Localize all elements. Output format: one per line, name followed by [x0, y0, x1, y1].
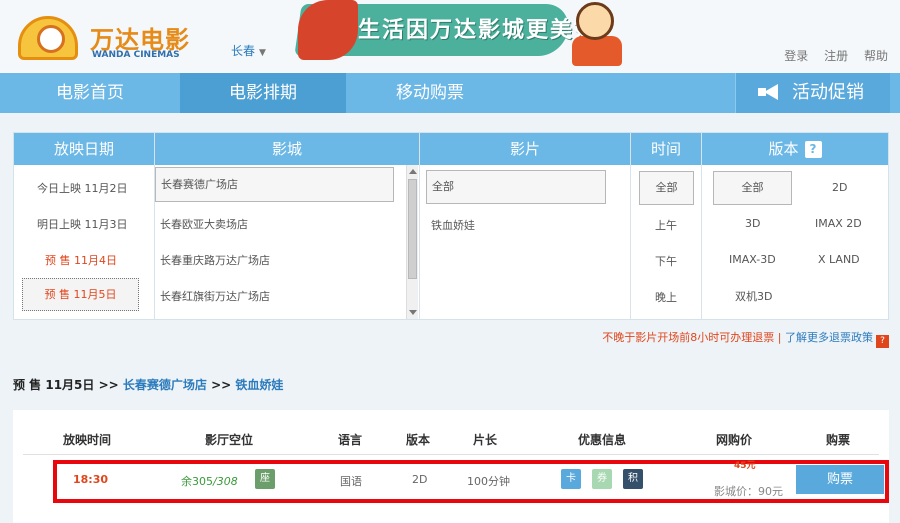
nav-home[interactable]: 电影首页 — [0, 73, 180, 113]
cinema-option[interactable]: 长春红旗街万达广场店 — [160, 288, 270, 304]
showtime: 18:30 — [73, 473, 109, 486]
scroll-thumb[interactable] — [408, 179, 417, 279]
schedule-filter-panel: 放映日期 影城 影片 时间 版本? 今日上映 11月2日 明日上映 11月3日 … — [13, 132, 889, 320]
time-option[interactable]: 晚上 — [655, 289, 677, 305]
breadcrumb-sep: >> — [211, 378, 232, 392]
duration: 100分钟 — [467, 475, 510, 488]
time-option[interactable]: 下午 — [655, 253, 677, 269]
col-header-language: 语言 — [338, 433, 363, 447]
banner-cartoon-icon — [570, 2, 626, 66]
banner-slogan: 生活因万达影城更美好 — [358, 18, 599, 43]
divider — [154, 133, 155, 319]
refund-help-icon[interactable]: ? — [876, 335, 889, 348]
help-link[interactable]: 帮助 — [864, 49, 888, 63]
wanda-logo[interactable]: 万达电影 WANDA CINEMAS — [18, 14, 189, 64]
version-help-icon[interactable]: ? — [804, 141, 822, 158]
filter-header-date: 放映日期 — [14, 133, 154, 165]
logo-text-en: WANDA CINEMAS — [92, 50, 180, 60]
cinema-price: 影城价：90元 — [714, 485, 783, 498]
nav-promotions-label: 活动促销 — [792, 82, 864, 103]
refund-policy-link[interactable]: 了解更多退票政策 — [785, 331, 873, 344]
refund-notice: 不晚于影片开场前8小时可办理退票 | 了解更多退票政策? — [602, 329, 889, 348]
version-option[interactable]: X LAND — [818, 253, 860, 266]
filter-header-movie: 影片 — [420, 133, 630, 165]
version-option[interactable]: 2D — [832, 181, 847, 194]
nav-mobile-ticket[interactable]: 移动购票 — [346, 73, 514, 113]
col-header-price: 网购价 — [716, 433, 753, 447]
divider — [630, 133, 631, 319]
cinema-list-scrollbar[interactable] — [406, 165, 418, 319]
buy-ticket-button[interactable]: 购票 — [796, 465, 884, 494]
city-name: 长春 — [231, 44, 256, 58]
breadcrumb-sep: >> — [98, 378, 119, 392]
col-header-promos: 优惠信息 — [578, 433, 627, 447]
scroll-up-icon[interactable] — [409, 169, 417, 174]
cinema-option[interactable]: 长春重庆路万达广场店 — [160, 252, 270, 268]
version-option-selected[interactable]: 全部 — [713, 171, 792, 205]
promo-banner[interactable]: 生活因万达影城更美好 — [294, 0, 628, 70]
col-header-buy: 购票 — [826, 433, 851, 447]
filter-header-version-label: 版本 — [768, 140, 799, 158]
col-header-version: 版本 — [406, 433, 431, 447]
filter-header-version: 版本? — [702, 133, 888, 165]
movie-option[interactable]: 铁血娇娃 — [431, 217, 475, 233]
seat-map-icon[interactable]: 座 — [255, 469, 275, 489]
seats-available: 余305/308 — [181, 473, 238, 489]
version-option[interactable]: 3D — [745, 217, 760, 230]
date-option[interactable]: 明日上映 11月3日 — [37, 216, 128, 232]
language: 国语 — [340, 475, 362, 488]
cinema-option[interactable]: 长春欧亚大卖场店 — [160, 216, 248, 232]
date-option[interactable]: 今日上映 11月2日 — [37, 180, 128, 196]
cinema-option-selected[interactable]: 长春赛德广场店 — [155, 167, 394, 202]
filter-header-cinema: 影城 — [155, 133, 419, 165]
showtime-table: 放映时间 影厅空位 语言 版本 片长 优惠信息 网购价 购票 18:30 余30… — [13, 410, 889, 523]
main-nav: 电影首页 电影排期 移动购票 活动促销 — [0, 73, 900, 113]
breadcrumb-movie[interactable]: 铁血娇娃 — [235, 378, 283, 392]
nav-promotions[interactable]: 活动促销 — [735, 73, 890, 113]
banner-red-shape — [298, 0, 358, 60]
col-header-time: 放映时间 — [63, 433, 112, 447]
megaphone-icon — [758, 84, 782, 100]
register-link[interactable]: 注册 — [824, 49, 848, 63]
time-option-selected[interactable]: 全部 — [639, 171, 694, 205]
breadcrumb: 预 售 11月5日 >> 长春赛德广场店 >> 铁血娇娃 — [13, 376, 283, 393]
col-header-seats: 影厅空位 — [205, 433, 254, 447]
wanda-logo-icon — [18, 16, 78, 60]
time-option[interactable]: 上午 — [655, 217, 677, 233]
version-option[interactable]: IMAX-3D — [729, 253, 776, 266]
online-price: 45元 — [734, 461, 756, 471]
date-option-selected[interactable]: 预 售 11月5日 — [22, 278, 139, 311]
divider — [701, 133, 702, 319]
version-option[interactable]: 双机3D — [735, 288, 772, 304]
seats-total: /308 — [213, 475, 238, 488]
movie-option-selected[interactable]: 全部 — [426, 170, 606, 204]
version: 2D — [412, 473, 428, 486]
points-icon[interactable]: 积 — [623, 469, 643, 489]
dropdown-arrow-icon: ▼ — [259, 48, 266, 58]
scroll-down-icon[interactable] — [409, 310, 417, 315]
login-link[interactable]: 登录 — [784, 49, 808, 63]
version-option[interactable]: IMAX 2D — [815, 217, 862, 230]
account-links: 登录 注册 帮助 — [772, 47, 888, 64]
site-header: 万达电影 WANDA CINEMAS 长春 ▼ 生活因万达影城更美好 登录 注册 … — [0, 0, 900, 73]
card-discount-icon[interactable]: 卡 — [561, 469, 581, 489]
filter-header-time: 时间 — [631, 133, 701, 165]
coupon-icon[interactable]: 券 — [592, 469, 612, 489]
divider — [419, 133, 420, 319]
breadcrumb-date: 预 售 11月5日 — [13, 378, 95, 392]
divider — [23, 454, 879, 455]
city-selector[interactable]: 长春 ▼ — [231, 42, 266, 59]
refund-notice-text: 不晚于影片开场前8小时可办理退票 | — [602, 331, 782, 344]
breadcrumb-cinema[interactable]: 长春赛德广场店 — [123, 378, 207, 392]
col-header-duration: 片长 — [473, 433, 498, 447]
date-option[interactable]: 预 售 11月4日 — [45, 252, 117, 268]
seats-left: 余305 — [181, 475, 213, 488]
nav-schedule[interactable]: 电影排期 — [180, 73, 346, 113]
